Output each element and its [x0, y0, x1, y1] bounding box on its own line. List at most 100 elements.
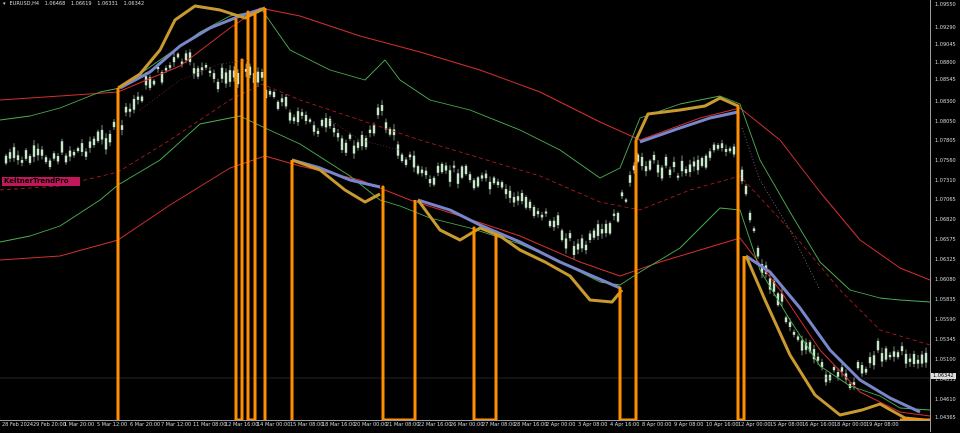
price-axis-label: 1.09290 — [935, 25, 956, 31]
candle — [332, 123, 336, 137]
candle — [524, 195, 528, 210]
time-axis-label: 16 Apr 16:00 — [802, 422, 835, 428]
candle — [404, 156, 408, 168]
time-axis-label: 12 Apr 00:00 — [738, 422, 771, 428]
candle — [916, 354, 920, 369]
time-axis-label: 11 Mar 08:00 — [193, 422, 227, 428]
candle — [296, 107, 300, 126]
candle — [280, 94, 284, 107]
candle — [676, 172, 680, 181]
candle — [732, 143, 736, 158]
candle — [76, 146, 80, 153]
candle — [368, 125, 372, 138]
candle — [620, 189, 624, 199]
candle — [492, 175, 496, 186]
candle — [196, 65, 200, 80]
candle — [48, 158, 52, 170]
price-axis[interactable]: 1.06342 1.09550 1.09290 1.09045 1.08800 1.08… — [930, 0, 960, 432]
candle — [28, 153, 32, 166]
candle — [340, 135, 344, 153]
candle — [388, 126, 392, 137]
price-axis-label: 1.05590 — [935, 317, 956, 323]
candle — [408, 151, 412, 161]
candle — [300, 108, 304, 120]
candle — [448, 165, 452, 187]
candle — [720, 139, 724, 152]
candle — [16, 150, 20, 165]
candle — [644, 161, 648, 177]
candle — [396, 141, 400, 159]
candle — [64, 153, 68, 165]
candle — [608, 221, 612, 236]
candle — [432, 175, 436, 187]
candle — [664, 154, 668, 169]
candle — [864, 366, 868, 375]
time-axis-label: 8 Apr 00:00 — [642, 422, 672, 428]
candle — [648, 159, 652, 172]
candle — [496, 178, 500, 188]
candle — [308, 117, 312, 124]
time-axis-label: 27 Mar 08:00 — [482, 422, 516, 428]
candle — [504, 184, 508, 199]
candle — [328, 116, 332, 129]
upper-inner-band — [0, 9, 930, 303]
candle — [428, 175, 432, 188]
candle — [68, 146, 72, 162]
candle — [216, 78, 220, 93]
candle — [40, 145, 44, 160]
envelope-line — [416, 199, 624, 304]
candle — [316, 127, 320, 138]
candle — [680, 155, 684, 177]
candle — [392, 124, 396, 141]
candle — [88, 136, 92, 153]
candle — [812, 344, 816, 364]
candle — [704, 153, 708, 170]
candle — [52, 151, 56, 161]
time-axis-label: 20 Mar 00:00 — [354, 422, 388, 428]
candle — [640, 152, 644, 171]
candle — [540, 211, 544, 221]
candle — [304, 111, 308, 125]
candle — [596, 220, 600, 240]
time-axis-label: 1 Mar 20:00 — [64, 422, 95, 428]
time-axis-label: 10 Apr 16:00 — [706, 422, 739, 428]
candle — [336, 129, 340, 142]
candle — [12, 143, 16, 162]
time-axis-label: 28 Mar 16:00 — [514, 422, 548, 428]
price-axis-label: 1.07805 — [935, 138, 956, 144]
candle — [348, 132, 352, 141]
price-axis-label: 1.04365 — [935, 415, 956, 421]
candle — [900, 342, 904, 356]
candle — [748, 210, 752, 223]
price-chart[interactable] — [0, 0, 930, 420]
candle — [688, 159, 692, 177]
candle — [556, 212, 560, 229]
candle — [112, 118, 116, 131]
candle — [412, 150, 416, 173]
candle — [128, 103, 132, 118]
candle — [604, 219, 608, 238]
candle — [212, 69, 216, 83]
candle — [884, 346, 888, 362]
candle — [824, 371, 828, 386]
candle — [84, 148, 88, 161]
close-value: 1.06342 — [123, 1, 145, 7]
candle — [740, 166, 744, 185]
candle — [56, 153, 60, 165]
open-value: 1.06468 — [44, 1, 66, 7]
time-axis-label: 18 Mar 16:00 — [322, 422, 356, 428]
candle — [204, 62, 208, 70]
time-axis-label: 19 Apr 08:00 — [866, 422, 899, 428]
candle — [136, 91, 140, 105]
price-axis-label: 1.06325 — [935, 257, 956, 263]
candle — [120, 119, 124, 136]
candle — [36, 143, 40, 161]
candle — [464, 164, 468, 176]
candle — [384, 118, 388, 134]
time-axis-label: 15 Apr 08:00 — [770, 422, 803, 428]
time-axis[interactable]: 28 Feb 2024 29 Feb 20:00 1 Mar 20:00 5 Mar … — [0, 420, 930, 433]
candle — [576, 239, 580, 255]
candle — [8, 148, 12, 163]
candle — [624, 197, 628, 204]
indicator-label[interactable]: KeltnerTrendPro — [2, 177, 80, 186]
